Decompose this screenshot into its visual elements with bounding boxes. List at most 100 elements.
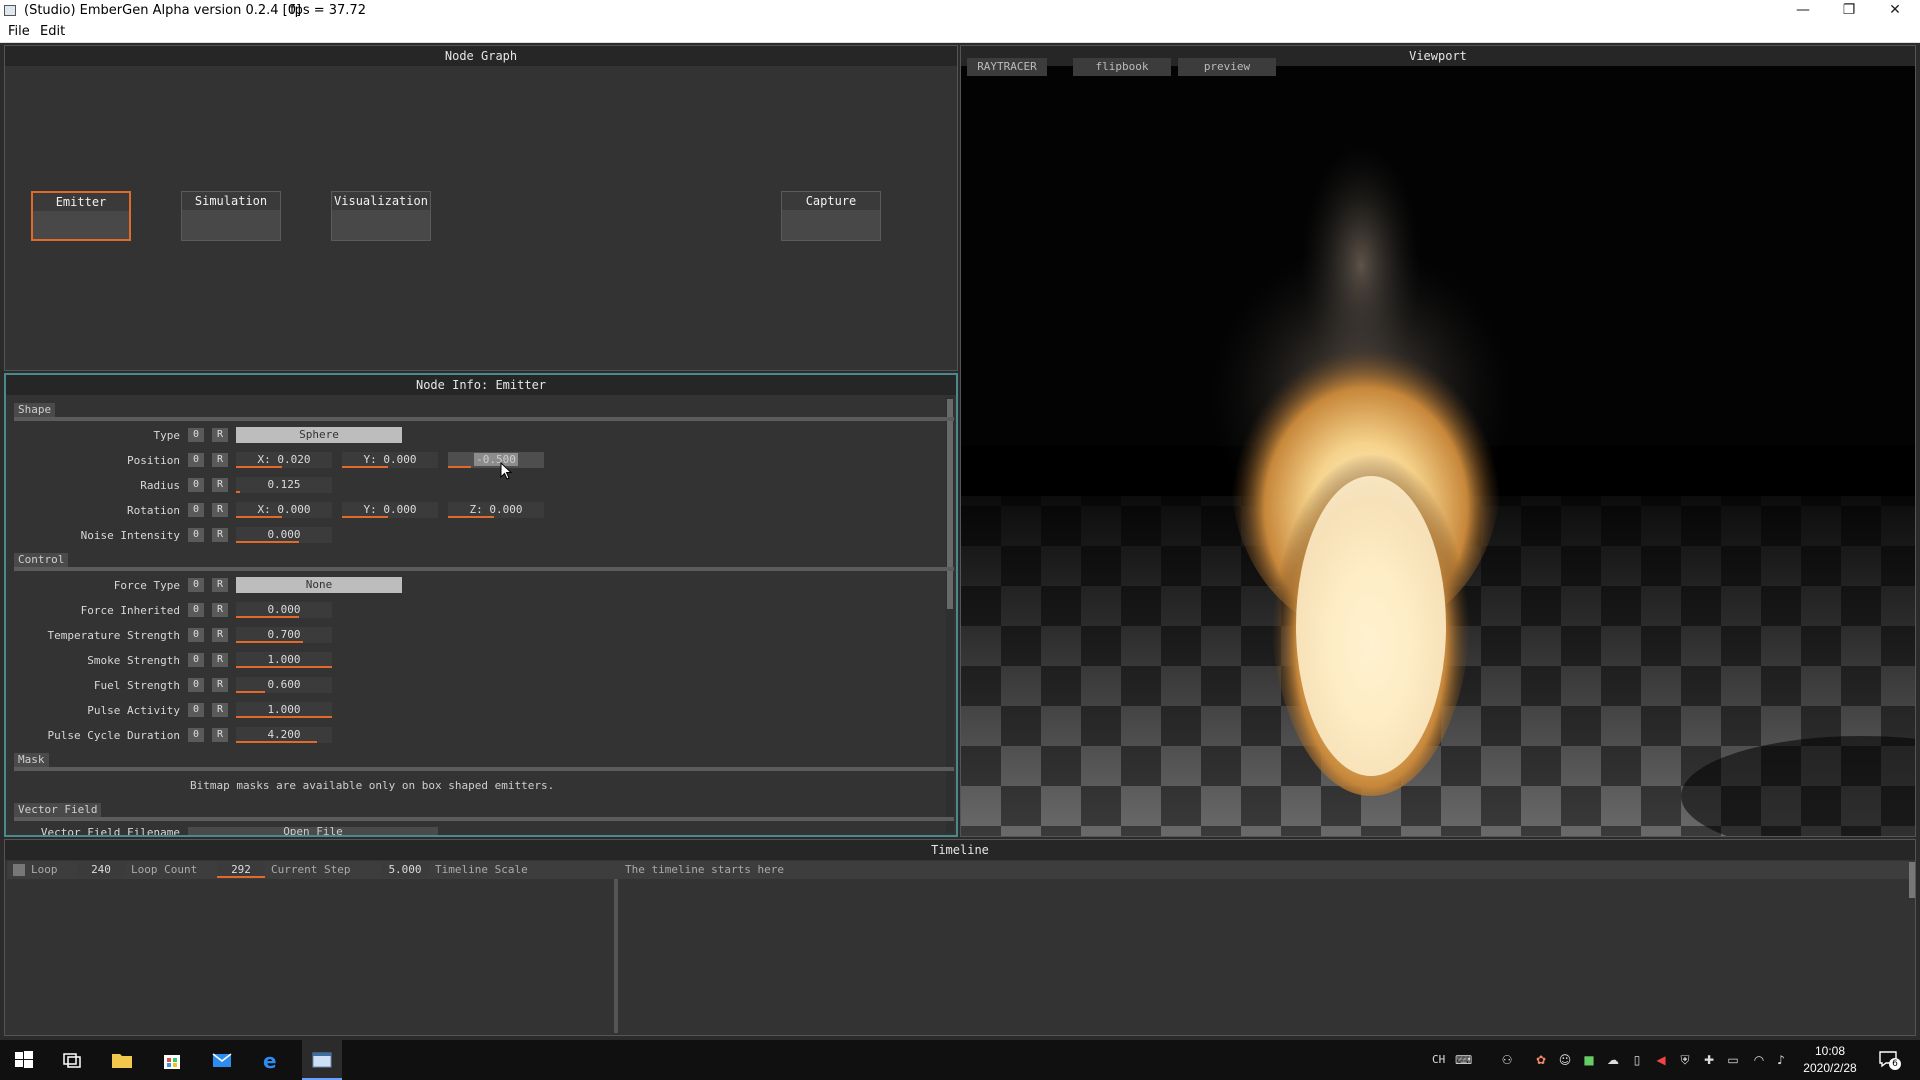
tab-raytracer[interactable]: RAYTRACER (967, 58, 1047, 76)
close-button[interactable]: ✕ (1872, 0, 1918, 22)
section-shape[interactable]: Shape (14, 403, 954, 421)
rotation-y-field[interactable]: Y: 0.000 (342, 502, 438, 518)
open-file-button[interactable]: Open File (188, 827, 438, 835)
rotation-zero-button[interactable]: 0 (188, 503, 204, 517)
type-reset-button[interactable]: R (212, 428, 228, 442)
node-emitter[interactable]: Emitter (31, 191, 131, 241)
position-x-field[interactable]: X: 0.020 (236, 452, 332, 468)
notification-center-icon[interactable]: 6 (1878, 1050, 1901, 1070)
tray-security-icon[interactable]: ⛨ (1678, 1053, 1692, 1067)
noise-intensity-value: 0.000 (267, 528, 301, 541)
timeline-scrollbar[interactable] (1909, 862, 1915, 898)
embergen-taskbar-button[interactable] (302, 1040, 342, 1080)
menu-file[interactable]: File (8, 24, 30, 39)
tray-usb-icon[interactable]: ▯ (1630, 1053, 1644, 1067)
type-select[interactable]: Sphere (236, 427, 402, 443)
section-divider (14, 767, 954, 771)
minimize-button[interactable]: — (1780, 0, 1826, 22)
timeline-splitter[interactable] (614, 879, 618, 1033)
radius-reset-button[interactable]: R (212, 478, 228, 492)
section-vector-field[interactable]: Vector Field (14, 803, 954, 821)
wifi-icon[interactable]: ◠ (1752, 1053, 1766, 1067)
section-mask[interactable]: Mask (14, 753, 954, 771)
pulse-activity-reset-button[interactable]: R (212, 703, 228, 717)
clock-time[interactable]: 10:08 (1802, 1044, 1858, 1058)
mail-icon[interactable] (210, 1048, 234, 1072)
pulse-cycle-duration-zero-button[interactable]: 0 (188, 728, 204, 742)
section-shape-label: Shape (14, 403, 56, 417)
tray-user-icon[interactable]: ☺ (1558, 1053, 1572, 1067)
rotation-x-field[interactable]: X: 0.000 (236, 502, 332, 518)
section-divider (14, 417, 954, 421)
section-mask-label: Mask (14, 753, 49, 767)
loop-checkbox[interactable] (13, 864, 25, 876)
battery-icon[interactable]: ▭ (1726, 1053, 1740, 1067)
people-icon[interactable]: ⚇ (1500, 1053, 1514, 1067)
force-inherited-zero-button[interactable]: 0 (188, 603, 204, 617)
node-simulation[interactable]: Simulation (181, 191, 281, 241)
task-view-icon[interactable] (60, 1048, 84, 1072)
fuel-strength-value: 0.600 (267, 678, 301, 691)
temperature-strength-field[interactable]: 0.700 (236, 627, 332, 643)
loop-count-field[interactable]: 240 (77, 862, 125, 878)
pulse-cycle-duration-field[interactable]: 4.200 (236, 727, 332, 743)
edge-browser-icon[interactable]: e (260, 1048, 284, 1072)
smoke-strength-field[interactable]: 1.000 (236, 652, 332, 668)
tray-nvidia-icon[interactable]: ■ (1582, 1053, 1596, 1067)
current-step-field[interactable]: 292 (217, 862, 265, 878)
temperature-strength-zero-button[interactable]: 0 (188, 628, 204, 642)
radius-zero-button[interactable]: 0 (188, 478, 204, 492)
pulse-cycle-duration-reset-button[interactable]: R (212, 728, 228, 742)
force-inherited-field[interactable]: 0.000 (236, 602, 332, 618)
position-y-field[interactable]: Y: 0.000 (342, 452, 438, 468)
pulse-activity-zero-button[interactable]: 0 (188, 703, 204, 717)
ime-indicator[interactable]: CH (1432, 1053, 1445, 1066)
pulse-activity-label: Pulse Activity (87, 704, 180, 717)
noise-intensity-field[interactable]: 0.000 (236, 527, 332, 543)
noise-intensity-zero-button[interactable]: 0 (188, 528, 204, 542)
windows-start-icon[interactable] (12, 1048, 36, 1072)
section-control[interactable]: Control (14, 553, 954, 571)
clock-date[interactable]: 2020/2/28 (1796, 1061, 1864, 1075)
position-zero-button[interactable]: 0 (188, 453, 204, 467)
node-visualization[interactable]: Visualization (331, 191, 431, 241)
node-emitter-label: Emitter (33, 193, 129, 211)
tab-flipbook[interactable]: flipbook (1073, 58, 1171, 76)
fuel-strength-label: Fuel Strength (93, 679, 180, 692)
value-bar (448, 516, 495, 518)
noise-intensity-reset-button[interactable]: R (212, 528, 228, 542)
pulse-activity-field[interactable]: 1.000 (236, 702, 332, 718)
menu-edit[interactable]: Edit (40, 24, 65, 39)
smoke-strength-zero-button[interactable]: 0 (188, 653, 204, 667)
volume-icon[interactable]: ♪ (1774, 1053, 1788, 1067)
timeline-scale-field[interactable]: 5.000 (381, 862, 429, 878)
force-inherited-reset-button[interactable]: R (212, 603, 228, 617)
viewport-render[interactable] (961, 66, 1915, 836)
temperature-strength-reset-button[interactable]: R (212, 628, 228, 642)
rotation-z-field[interactable]: Z: 0.000 (448, 502, 544, 518)
force-type-reset-button[interactable]: R (212, 578, 228, 592)
type-zero-button[interactable]: 0 (188, 428, 204, 442)
node-capture[interactable]: Capture (781, 191, 881, 241)
keyboard-icon[interactable]: ⌨ (1455, 1053, 1472, 1067)
tray-alert-icon[interactable]: ◀ (1654, 1053, 1668, 1067)
store-icon[interactable] (160, 1048, 184, 1072)
position-z-field[interactable]: -0.500 (448, 452, 544, 468)
tray-shield-icon[interactable]: ✚ (1702, 1053, 1716, 1067)
fuel-strength-zero-button[interactable]: 0 (188, 678, 204, 692)
force-type-zero-button[interactable]: 0 (188, 578, 204, 592)
smoke-strength-reset-button[interactable]: R (212, 653, 228, 667)
restore-button[interactable]: ❐ (1826, 0, 1872, 22)
file-explorer-icon[interactable] (110, 1048, 134, 1072)
fuel-strength-reset-button[interactable]: R (212, 678, 228, 692)
fuel-strength-field[interactable]: 0.600 (236, 677, 332, 693)
tray-cloud-icon[interactable]: ☁ (1606, 1053, 1620, 1067)
value-bar (342, 466, 389, 468)
rotation-reset-button[interactable]: R (212, 503, 228, 517)
tab-preview[interactable]: preview (1178, 58, 1276, 76)
force-type-select[interactable]: None (236, 577, 402, 593)
radius-field[interactable]: 0.125 (236, 477, 332, 493)
node-info-scroll-thumb[interactable] (947, 399, 953, 609)
tray-app-icon[interactable]: ✿ (1534, 1053, 1548, 1067)
position-reset-button[interactable]: R (212, 453, 228, 467)
